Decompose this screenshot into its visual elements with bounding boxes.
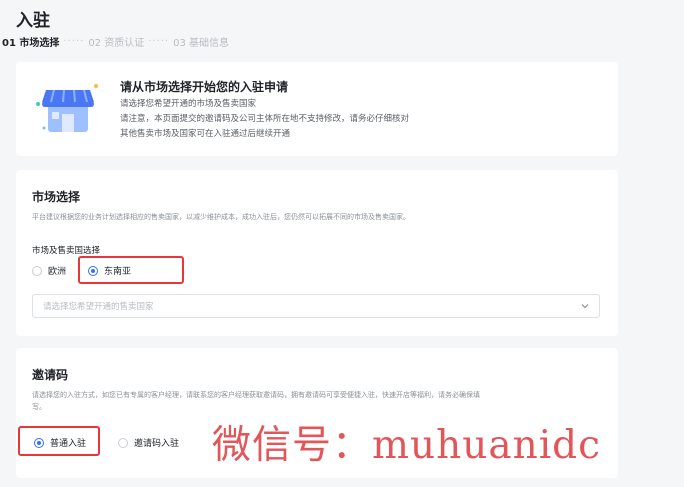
country-select-placeholder: 请选择您希望开通的售卖国家 <box>43 302 154 312</box>
step-separator: ····· <box>63 36 85 47</box>
radio-europe[interactable]: 欧洲 <box>32 264 66 277</box>
intro-card: 请从市场选择开始您的入驻申请 请选择您希望开通的市场及售卖国家 请注意，本页面提… <box>16 62 618 156</box>
step-basic-info[interactable]: 03 基础信息 <box>173 34 229 49</box>
market-card: 市场选择 平台建议根据您的业务计划选择相应的售卖国家，以减少维护成本，成功入驻后… <box>16 170 618 336</box>
intro-line: 请选择您希望开通的市场及售卖国家 <box>120 99 257 109</box>
step-separator: ····· <box>148 36 170 47</box>
country-select[interactable]: 请选择您希望开通的售卖国家 <box>32 294 600 318</box>
shop-icon <box>36 84 98 132</box>
intro-line: 其他售卖市场及国家可在入驻通过后继续开通 <box>120 129 291 139</box>
market-field-label: 市场及售卖国选择 <box>32 246 101 256</box>
market-section-title: 市场选择 <box>32 190 81 204</box>
step-market-selection[interactable]: 01 市场选择 <box>2 34 59 49</box>
watermark-text: 微信号：muhuanidc <box>212 423 601 468</box>
radio-label: 欧洲 <box>48 267 67 277</box>
invite-section-description: 写。 <box>32 403 46 411</box>
market-section-description: 平台建议根据您的业务计划选择相应的售卖国家，以减少维护成本，成功入驻后，您仍然可… <box>32 213 410 221</box>
step-qualification[interactable]: 02 资质认证 <box>88 34 144 49</box>
invite-section-description: 请选择您的入驻方式，如您已有专属的客户经理，请联系您的客户经理获取邀请码，拥有邀… <box>32 391 480 399</box>
invite-section-title: 邀请码 <box>32 368 69 382</box>
radio-circle[interactable] <box>118 437 128 448</box>
radio-invite-code-entry[interactable]: 邀请码入驻 <box>118 436 179 449</box>
page-title: 入驻 <box>16 11 50 31</box>
step-indicator: 01 市场选择 ····· 02 资质认证 ····· 03 基础信息 <box>2 34 229 49</box>
radio-circle[interactable] <box>32 265 42 276</box>
radio-label: 邀请码入驻 <box>134 439 180 449</box>
chevron-down-icon <box>581 304 589 309</box>
highlight-box <box>18 426 100 456</box>
highlight-box <box>78 256 184 284</box>
intro-line: 请注意，本页面提交的邀请码及公司主体所在地不支持修改，请务必仔细核对 <box>120 114 410 124</box>
intro-title: 请从市场选择开始您的入驻申请 <box>120 80 289 94</box>
